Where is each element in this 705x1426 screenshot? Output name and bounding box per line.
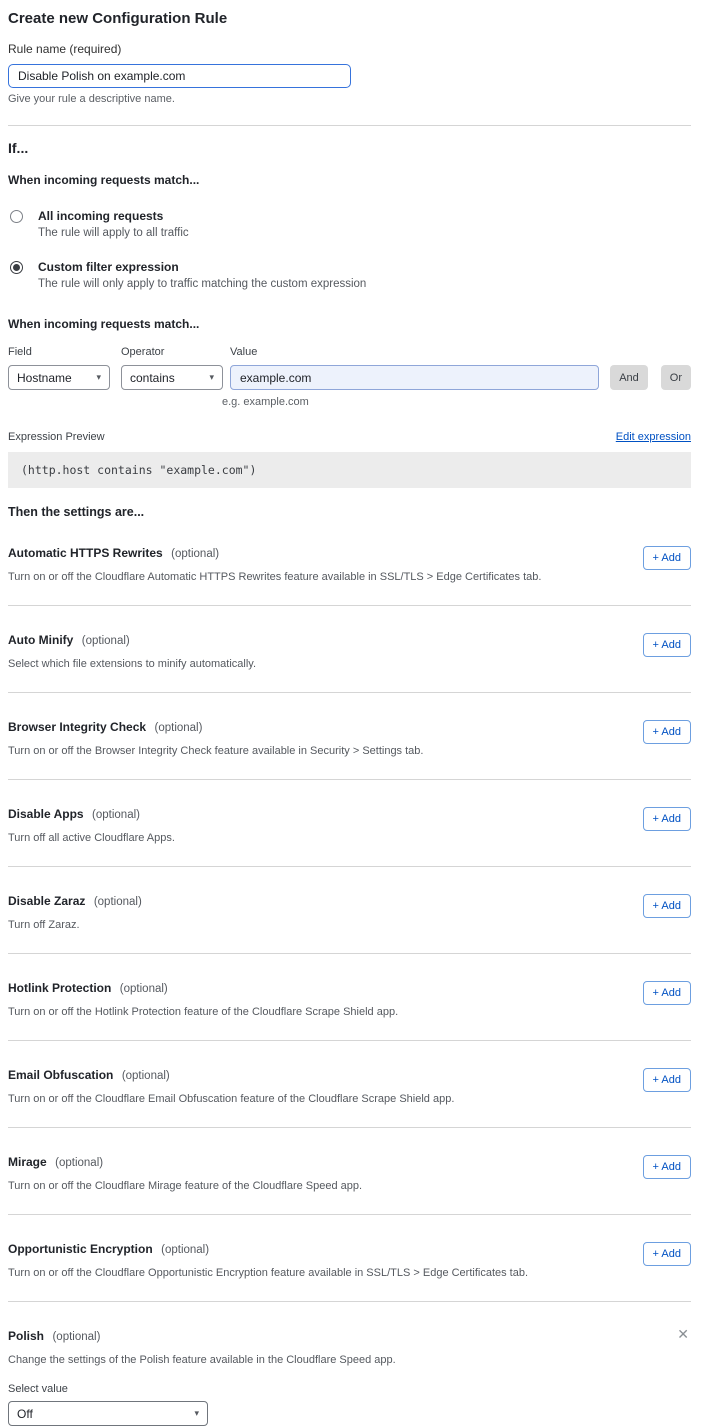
setting-name: Disable Zaraz (8, 894, 85, 908)
setting-row: Opportunistic Encryption (optional) Turn… (8, 1215, 691, 1302)
add-setting-button[interactable]: + Add (643, 633, 691, 657)
setting-name: Hotlink Protection (8, 981, 111, 995)
or-button[interactable]: Or (661, 365, 691, 390)
add-setting-button[interactable]: + Add (643, 981, 691, 1005)
setting-name: Opportunistic Encryption (8, 1242, 153, 1256)
setting-name: Disable Apps (8, 807, 84, 821)
setting-optional-suffix: (optional) (122, 1070, 170, 1082)
add-setting-button[interactable]: + Add (643, 807, 691, 831)
setting-description: Turn on or off the Cloudflare Mirage fea… (8, 1180, 362, 1192)
configuration-rule-form: Create new Configuration Rule Rule name … (0, 0, 705, 1426)
setting-optional-suffix: (optional) (155, 722, 203, 734)
add-setting-button[interactable]: + Add (643, 1155, 691, 1179)
rule-name-label: Rule name (required) (8, 42, 691, 56)
rule-name-input[interactable] (8, 64, 351, 88)
value-column-label: Value (230, 346, 257, 358)
setting-name: Mirage (8, 1155, 47, 1169)
setting-row: Mirage (optional) Turn on or off the Clo… (8, 1128, 691, 1215)
setting-optional-suffix: (optional) (94, 896, 142, 908)
setting-description: Turn off Zaraz. (8, 919, 142, 931)
setting-row: Auto Minify (optional) Select which file… (8, 606, 691, 693)
setting-row: Automatic HTTPS Rewrites (optional) Turn… (8, 519, 691, 606)
setting-optional-suffix: (optional) (171, 548, 219, 560)
setting-row: Disable Zaraz (optional) Turn off Zaraz.… (8, 867, 691, 954)
setting-description: Turn on or off the Cloudflare Email Obfu… (8, 1093, 454, 1105)
polish-select-value: Off (17, 1407, 33, 1421)
caret-down-icon: ▾ (194, 1409, 199, 1418)
setting-name: Automatic HTTPS Rewrites (8, 546, 163, 560)
page-title: Create new Configuration Rule (8, 10, 691, 27)
expression-preview-label: Expression Preview (8, 431, 105, 443)
radio-custom-label: Custom filter expression (38, 260, 366, 274)
settings-list: Automatic HTTPS Rewrites (optional) Turn… (8, 519, 691, 1302)
field-column-label: Field (8, 346, 110, 358)
add-setting-button[interactable]: + Add (643, 1242, 691, 1266)
close-icon[interactable]: ✕ (677, 1327, 689, 1341)
radio-all-description: The rule will apply to all traffic (38, 227, 189, 239)
rule-name-helper: Give your rule a descriptive name. (8, 93, 691, 105)
field-select[interactable]: Hostname ▾ (8, 365, 110, 390)
setting-optional-suffix: (optional) (120, 983, 168, 995)
value-example-helper: e.g. example.com (222, 396, 691, 408)
setting-name: Email Obfuscation (8, 1068, 113, 1082)
setting-description: Turn on or off the Cloudflare Opportunis… (8, 1267, 528, 1279)
setting-optional-suffix: (optional) (52, 1331, 100, 1343)
caret-down-icon: ▾ (96, 373, 101, 382)
setting-row: Hotlink Protection (optional) Turn on or… (8, 954, 691, 1041)
radio-custom-description: The rule will only apply to traffic matc… (38, 278, 366, 290)
incoming-match-label: When incoming requests match... (8, 173, 691, 187)
setting-description: Turn on or off the Browser Integrity Che… (8, 745, 423, 757)
setting-name: Auto Minify (8, 633, 73, 647)
add-setting-button[interactable]: + Add (643, 894, 691, 918)
polish-setting-description: Change the settings of the Polish featur… (8, 1354, 691, 1366)
setting-row: Email Obfuscation (optional) Turn on or … (8, 1041, 691, 1128)
setting-name: Browser Integrity Check (8, 720, 146, 734)
radio-checked-icon (10, 261, 23, 274)
setting-description: Select which file extensions to minify a… (8, 658, 256, 670)
operator-column-label: Operator (121, 346, 223, 358)
operator-select-value: contains (130, 371, 175, 385)
and-button[interactable]: And (610, 365, 648, 390)
field-select-value: Hostname (17, 371, 72, 385)
setting-row: Disable Apps (optional) Turn off all act… (8, 780, 691, 867)
setting-row: Browser Integrity Check (optional) Turn … (8, 693, 691, 780)
setting-description: Turn on or off the Hotlink Protection fe… (8, 1006, 398, 1018)
caret-down-icon: ▾ (209, 373, 214, 382)
polish-select-label: Select value (8, 1383, 691, 1395)
radio-all-incoming-requests[interactable]: All incoming requests The rule will appl… (8, 209, 691, 239)
radio-custom-filter-expression[interactable]: Custom filter expression The rule will o… (8, 260, 691, 290)
polish-setting-name: Polish (8, 1329, 44, 1343)
then-settings-heading: Then the settings are... (8, 505, 691, 519)
setting-optional-suffix: (optional) (161, 1244, 209, 1256)
edit-expression-link[interactable]: Edit expression (616, 431, 691, 443)
setting-description: Turn off all active Cloudflare Apps. (8, 832, 175, 844)
polish-value-select[interactable]: Off ▾ (8, 1401, 208, 1426)
builder-match-label: When incoming requests match... (8, 317, 691, 331)
add-setting-button[interactable]: + Add (643, 546, 691, 570)
setting-optional-suffix: (optional) (55, 1157, 103, 1169)
setting-optional-suffix: (optional) (92, 809, 140, 821)
radio-all-label: All incoming requests (38, 209, 189, 223)
expression-preview-code: (http.host contains "example.com") (8, 452, 691, 488)
setting-description: Turn on or off the Cloudflare Automatic … (8, 571, 541, 583)
setting-optional-suffix: (optional) (82, 635, 130, 647)
operator-select[interactable]: contains ▾ (121, 365, 223, 390)
match-type-radio-group: All incoming requests The rule will appl… (8, 209, 691, 290)
if-heading: If... (8, 140, 691, 156)
section-divider (8, 125, 691, 126)
radio-unchecked-icon (10, 210, 23, 223)
expression-builder: When incoming requests match... Field Op… (8, 317, 691, 408)
add-setting-button[interactable]: + Add (643, 720, 691, 744)
add-setting-button[interactable]: + Add (643, 1068, 691, 1092)
polish-setting-row: ✕ Polish (optional) Change the settings … (8, 1302, 691, 1426)
expression-value-input[interactable] (230, 365, 599, 390)
